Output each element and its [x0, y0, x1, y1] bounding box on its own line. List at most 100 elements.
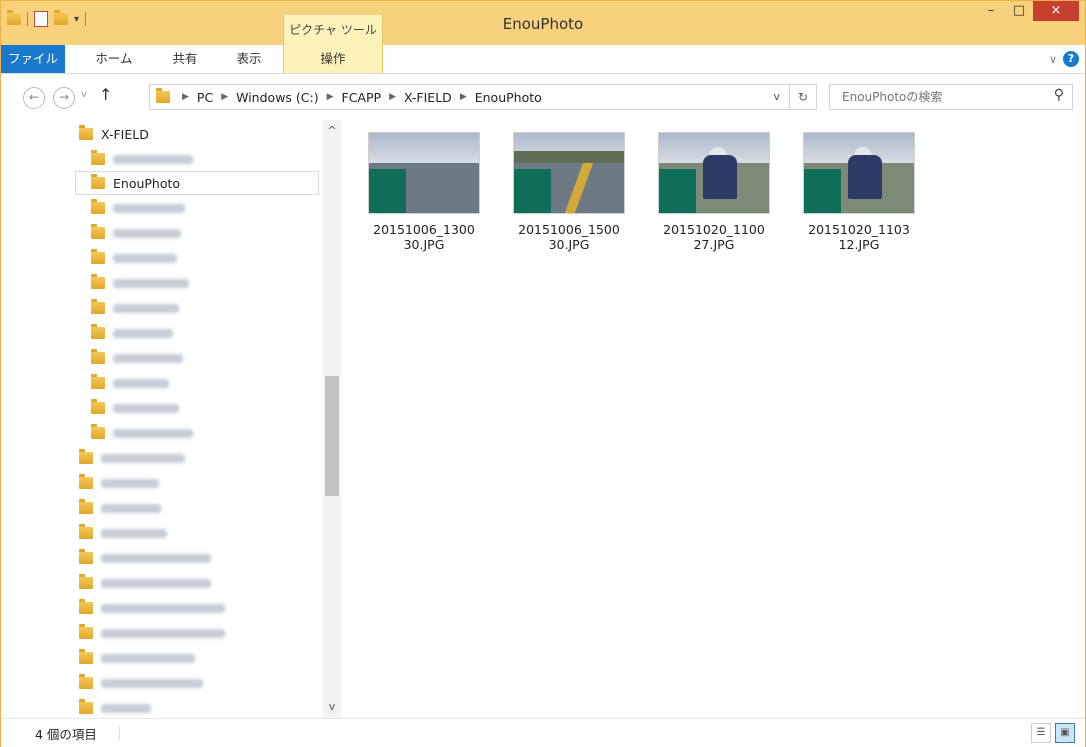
nav-item-blurred[interactable] [79, 646, 195, 670]
breadcrumb-pc[interactable]: PC [197, 90, 213, 105]
breadcrumb-fcapp[interactable]: FCAPP [342, 90, 382, 105]
address-dropdown-button[interactable]: v [773, 90, 780, 103]
file-name: 20151020_1103 12.JPG [789, 222, 929, 252]
folder-icon [91, 349, 105, 364]
scroll-up-button[interactable]: ^ [323, 124, 341, 137]
nav-item-blurred[interactable] [91, 147, 193, 171]
nav-scrollbar[interactable]: ^ v [323, 120, 341, 718]
thumb-board [514, 169, 551, 213]
tab-home[interactable]: ホーム [85, 45, 143, 73]
thumb-board [659, 169, 696, 213]
folder-icon [79, 499, 93, 514]
nav-item-blurred[interactable] [79, 696, 151, 718]
scroll-down-button[interactable]: v [323, 700, 341, 713]
photo-thumbnail [513, 132, 625, 214]
nav-item-blurred[interactable] [79, 621, 225, 645]
folder-icon [91, 274, 105, 289]
nav-item-blurred[interactable] [79, 446, 185, 470]
search-box[interactable]: ⚲ [829, 84, 1073, 110]
search-input[interactable] [840, 89, 1044, 105]
up-button[interactable]: ↑ [99, 85, 112, 104]
nav-item-enouphoto[interactable]: EnouPhoto [75, 171, 319, 195]
nav-item-blurred[interactable] [79, 596, 225, 620]
nav-item-blurred[interactable] [91, 221, 181, 245]
scroll-thumb[interactable] [325, 376, 339, 496]
help-button[interactable]: ? [1063, 51, 1079, 67]
nav-item-blurred[interactable] [79, 546, 211, 570]
recent-locations-button[interactable]: v [81, 89, 87, 100]
folder-icon [91, 150, 105, 165]
folder-icon [91, 399, 105, 414]
nav-item-blurred[interactable] [91, 296, 179, 320]
breadcrumb-enouphoto[interactable]: EnouPhoto [475, 90, 542, 105]
thumb-worker [703, 155, 737, 199]
address-row: ← → v ↑ ▶ PC ▶ Windows (C:) ▶ FCAPP ▶ X-… [1, 74, 1085, 120]
nav-item-blurred[interactable] [79, 671, 203, 695]
breadcrumb-separator-icon[interactable]: ▶ [221, 92, 228, 102]
nav-item-x-field[interactable]: X-FIELD [79, 122, 149, 146]
chevron-down-icon[interactable]: ∨ [1049, 53, 1057, 66]
tab-view[interactable]: 表示 [223, 45, 275, 73]
address-bar[interactable]: ▶ PC ▶ Windows (C:) ▶ FCAPP ▶ X-FIELD ▶ … [149, 84, 817, 110]
breadcrumb-separator-icon[interactable]: ▶ [327, 92, 334, 102]
blurred-label [101, 503, 161, 513]
breadcrumb-x-field[interactable]: X-FIELD [404, 90, 452, 105]
blurred-label [113, 278, 189, 288]
nav-item-blurred[interactable] [79, 471, 159, 495]
blurred-label [101, 703, 151, 713]
tab-share[interactable]: 共有 [159, 45, 211, 73]
folder-icon [79, 574, 93, 589]
nav-item-blurred[interactable] [79, 521, 167, 545]
nav-item-label: EnouPhoto [113, 175, 181, 191]
folder-icon [91, 224, 105, 239]
refresh-button[interactable]: ↻ [789, 85, 816, 109]
file-name-line: 12.JPG [838, 237, 880, 252]
maximize-button[interactable]: □ [1005, 1, 1033, 21]
blurred-label [113, 154, 193, 164]
folder-icon [79, 524, 93, 539]
file-list: 20151006_1300 30.JPG 20151006_1500 30.JPG … [341, 120, 1085, 718]
folder-icon [91, 199, 105, 214]
nav-item-blurred[interactable] [91, 421, 193, 445]
tab-manage[interactable]: 操作 [283, 45, 383, 73]
file-item[interactable]: 20151020_1103 12.JPG [789, 132, 929, 252]
nav-item-blurred[interactable] [91, 371, 169, 395]
nav-item-blurred[interactable] [79, 496, 161, 520]
breadcrumb-separator-icon[interactable]: ▶ [460, 92, 467, 102]
file-name-line: 30.JPG [403, 237, 445, 252]
nav-item-blurred[interactable] [91, 271, 189, 295]
window-title: EnouPhoto [502, 15, 584, 33]
file-name-line: 20151020_1103 [808, 222, 910, 237]
file-item[interactable]: 20151006_1500 30.JPG [499, 132, 639, 252]
breadcrumb-windows-c[interactable]: Windows (C:) [236, 90, 318, 105]
file-name: 20151006_1300 30.JPG [354, 222, 494, 252]
breadcrumb-separator-icon[interactable]: ▶ [389, 92, 396, 102]
nav-item-blurred[interactable] [91, 196, 185, 220]
minimize-button[interactable]: – [977, 1, 1005, 21]
large-icons-view-icon[interactable]: ▣ [1055, 723, 1075, 743]
photo-thumbnail [658, 132, 770, 214]
close-button[interactable]: × [1033, 1, 1079, 21]
back-button[interactable]: ← [23, 87, 45, 109]
tab-file[interactable]: ファイル [1, 45, 65, 73]
file-item[interactable]: 20151006_1300 30.JPG [354, 132, 494, 252]
folder-icon [79, 549, 93, 564]
blurred-label [113, 353, 183, 363]
forward-button[interactable]: → [53, 87, 75, 109]
folder-icon [91, 374, 105, 389]
thumb-sky [369, 133, 479, 164]
nav-item-blurred[interactable] [91, 346, 183, 370]
file-name-line: 20151020_1100 [663, 222, 765, 237]
search-icon[interactable]: ⚲ [1054, 87, 1064, 103]
nav-item-blurred[interactable] [91, 246, 177, 270]
nav-item-blurred[interactable] [79, 571, 211, 595]
file-name-line: 20151006_1500 [518, 222, 620, 237]
nav-item-label: X-FIELD [101, 126, 149, 142]
breadcrumb-separator-icon[interactable]: ▶ [182, 92, 189, 102]
nav-item-blurred[interactable] [91, 396, 179, 420]
details-view-icon[interactable]: ☰ [1031, 723, 1051, 743]
explorer-window: ▾ ピクチャ ツール EnouPhoto – □ × ファイル ホーム 共有 表… [0, 0, 1086, 747]
nav-item-blurred[interactable] [91, 321, 173, 345]
file-item[interactable]: 20151020_1100 27.JPG [644, 132, 784, 252]
thumb-board [804, 169, 841, 213]
